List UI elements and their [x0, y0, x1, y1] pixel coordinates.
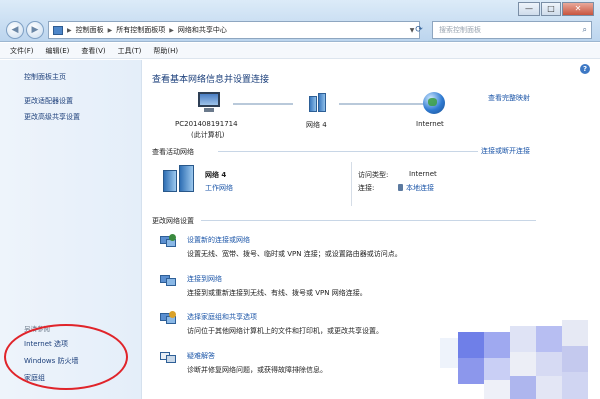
breadcrumb-separator-icon: ▶ — [169, 26, 174, 34]
back-button[interactable]: ◀ — [6, 21, 24, 39]
setup-connection-desc: 设置无线、宽带、拨号、临时或 VPN 连接；或设置路由器或访问点。 — [187, 250, 402, 258]
search-icon[interactable]: ⌕ — [583, 22, 587, 38]
computer-subtitle: (此计算机) — [191, 131, 225, 139]
breadcrumb-network-center[interactable]: 网络和共享中心 — [178, 25, 227, 35]
connect-network-link[interactable]: 连接到网络 — [187, 274, 222, 284]
search-input[interactable]: 搜索控制面板 ⌕ — [432, 21, 592, 39]
computer-name: PC201408191714 — [175, 120, 238, 128]
mosaic-watermark — [440, 318, 600, 399]
menu-help[interactable]: 帮助(H) — [153, 46, 178, 56]
control-panel-icon — [53, 25, 63, 35]
menu-edit[interactable]: 编辑(E) — [46, 46, 70, 56]
sidebar-home-link[interactable]: 控制面板主页 — [24, 72, 66, 82]
section-divider — [218, 151, 478, 152]
homegroup-sharing-link[interactable]: 选择家庭组和共享选项 — [187, 312, 257, 322]
breadcrumb-separator-icon: ▶ — [67, 26, 72, 34]
menu-bar: 文件(F) 编辑(E) 查看(V) 工具(T) 帮助(H) — [0, 43, 600, 59]
active-networks-heading: 查看活动网络 — [152, 148, 194, 156]
help-icon[interactable]: ? — [580, 64, 590, 74]
new-connection-icon — [160, 234, 176, 248]
forward-button[interactable]: ▶ — [26, 21, 44, 39]
setup-connection-link[interactable]: 设置新的连接或网络 — [187, 235, 250, 245]
active-network-name: 网络 4 — [205, 171, 227, 179]
breadcrumb-control-panel[interactable]: 控制面板 — [76, 25, 104, 35]
close-button[interactable]: ✕ — [562, 2, 594, 16]
address-bar[interactable]: ▶ 控制面板 ▶ 所有控制面板项 ▶ 网络和共享中心 ▼ — [48, 21, 420, 39]
menu-tools[interactable]: 工具(T) — [118, 46, 142, 56]
troubleshoot-desc: 诊断并修复网络问题，或获得故障排除信息。 — [187, 366, 327, 374]
local-connection-link[interactable]: 本地连接 — [398, 183, 434, 193]
connection-label: 连接: — [358, 184, 375, 192]
menu-view[interactable]: 查看(V) — [81, 46, 105, 56]
active-network-icon — [161, 164, 199, 194]
network-type-link[interactable]: 工作网络 — [205, 183, 233, 193]
troubleshoot-link[interactable]: 疑难解答 — [187, 351, 215, 361]
homegroup-sharing-desc: 访问位于其他网络计算机上的文件和打印机，或更改共享设置。 — [187, 327, 383, 335]
troubleshoot-icon — [160, 350, 176, 364]
maximize-button[interactable]: □ — [541, 2, 561, 16]
sidebar-advanced-sharing-link[interactable]: 更改高级共享设置 — [24, 112, 80, 122]
access-type-label: 访问类型: — [358, 171, 389, 179]
connection-line — [233, 103, 293, 105]
network-icon — [307, 92, 329, 114]
computer-icon — [196, 92, 222, 114]
minimize-button[interactable]: — — [518, 2, 540, 16]
connect-disconnect-link[interactable]: 连接或断开连接 — [481, 146, 530, 156]
window-titlebar: — □ ✕ ◀ ▶ ▶ 控制面板 ▶ 所有控制面板项 ▶ 网络和共享中心 ▼ ⟳… — [0, 0, 600, 42]
breadcrumb-separator-icon: ▶ — [107, 26, 113, 34]
search-placeholder: 搜索控制面板 — [439, 26, 481, 34]
ethernet-icon — [398, 184, 403, 191]
change-settings-heading: 更改网络设置 — [152, 217, 194, 225]
connect-network-desc: 连接到或重新连接到无线、有线、拨号或 VPN 网络连接。 — [187, 289, 367, 297]
internet-label: Internet — [416, 120, 444, 128]
vertical-divider — [351, 162, 352, 206]
homegroup-icon — [160, 311, 176, 325]
section-divider — [201, 220, 536, 221]
network-label: 网络 4 — [306, 121, 327, 129]
full-map-link[interactable]: 查看完整映射 — [488, 93, 530, 103]
breadcrumb-all-items[interactable]: 所有控制面板项 — [116, 25, 165, 35]
connect-network-icon — [160, 273, 176, 287]
connection-line — [339, 103, 425, 105]
page-title: 查看基本网络信息并设置连接 — [152, 75, 270, 85]
globe-icon — [423, 92, 445, 114]
annotation-ellipse — [4, 324, 128, 390]
menu-file[interactable]: 文件(F) — [10, 46, 34, 56]
refresh-icon[interactable]: ⟳ — [411, 21, 427, 39]
access-type-value: Internet — [409, 170, 437, 178]
sidebar-adapter-settings-link[interactable]: 更改适配器设置 — [24, 96, 73, 106]
local-connection-label: 本地连接 — [406, 184, 434, 192]
